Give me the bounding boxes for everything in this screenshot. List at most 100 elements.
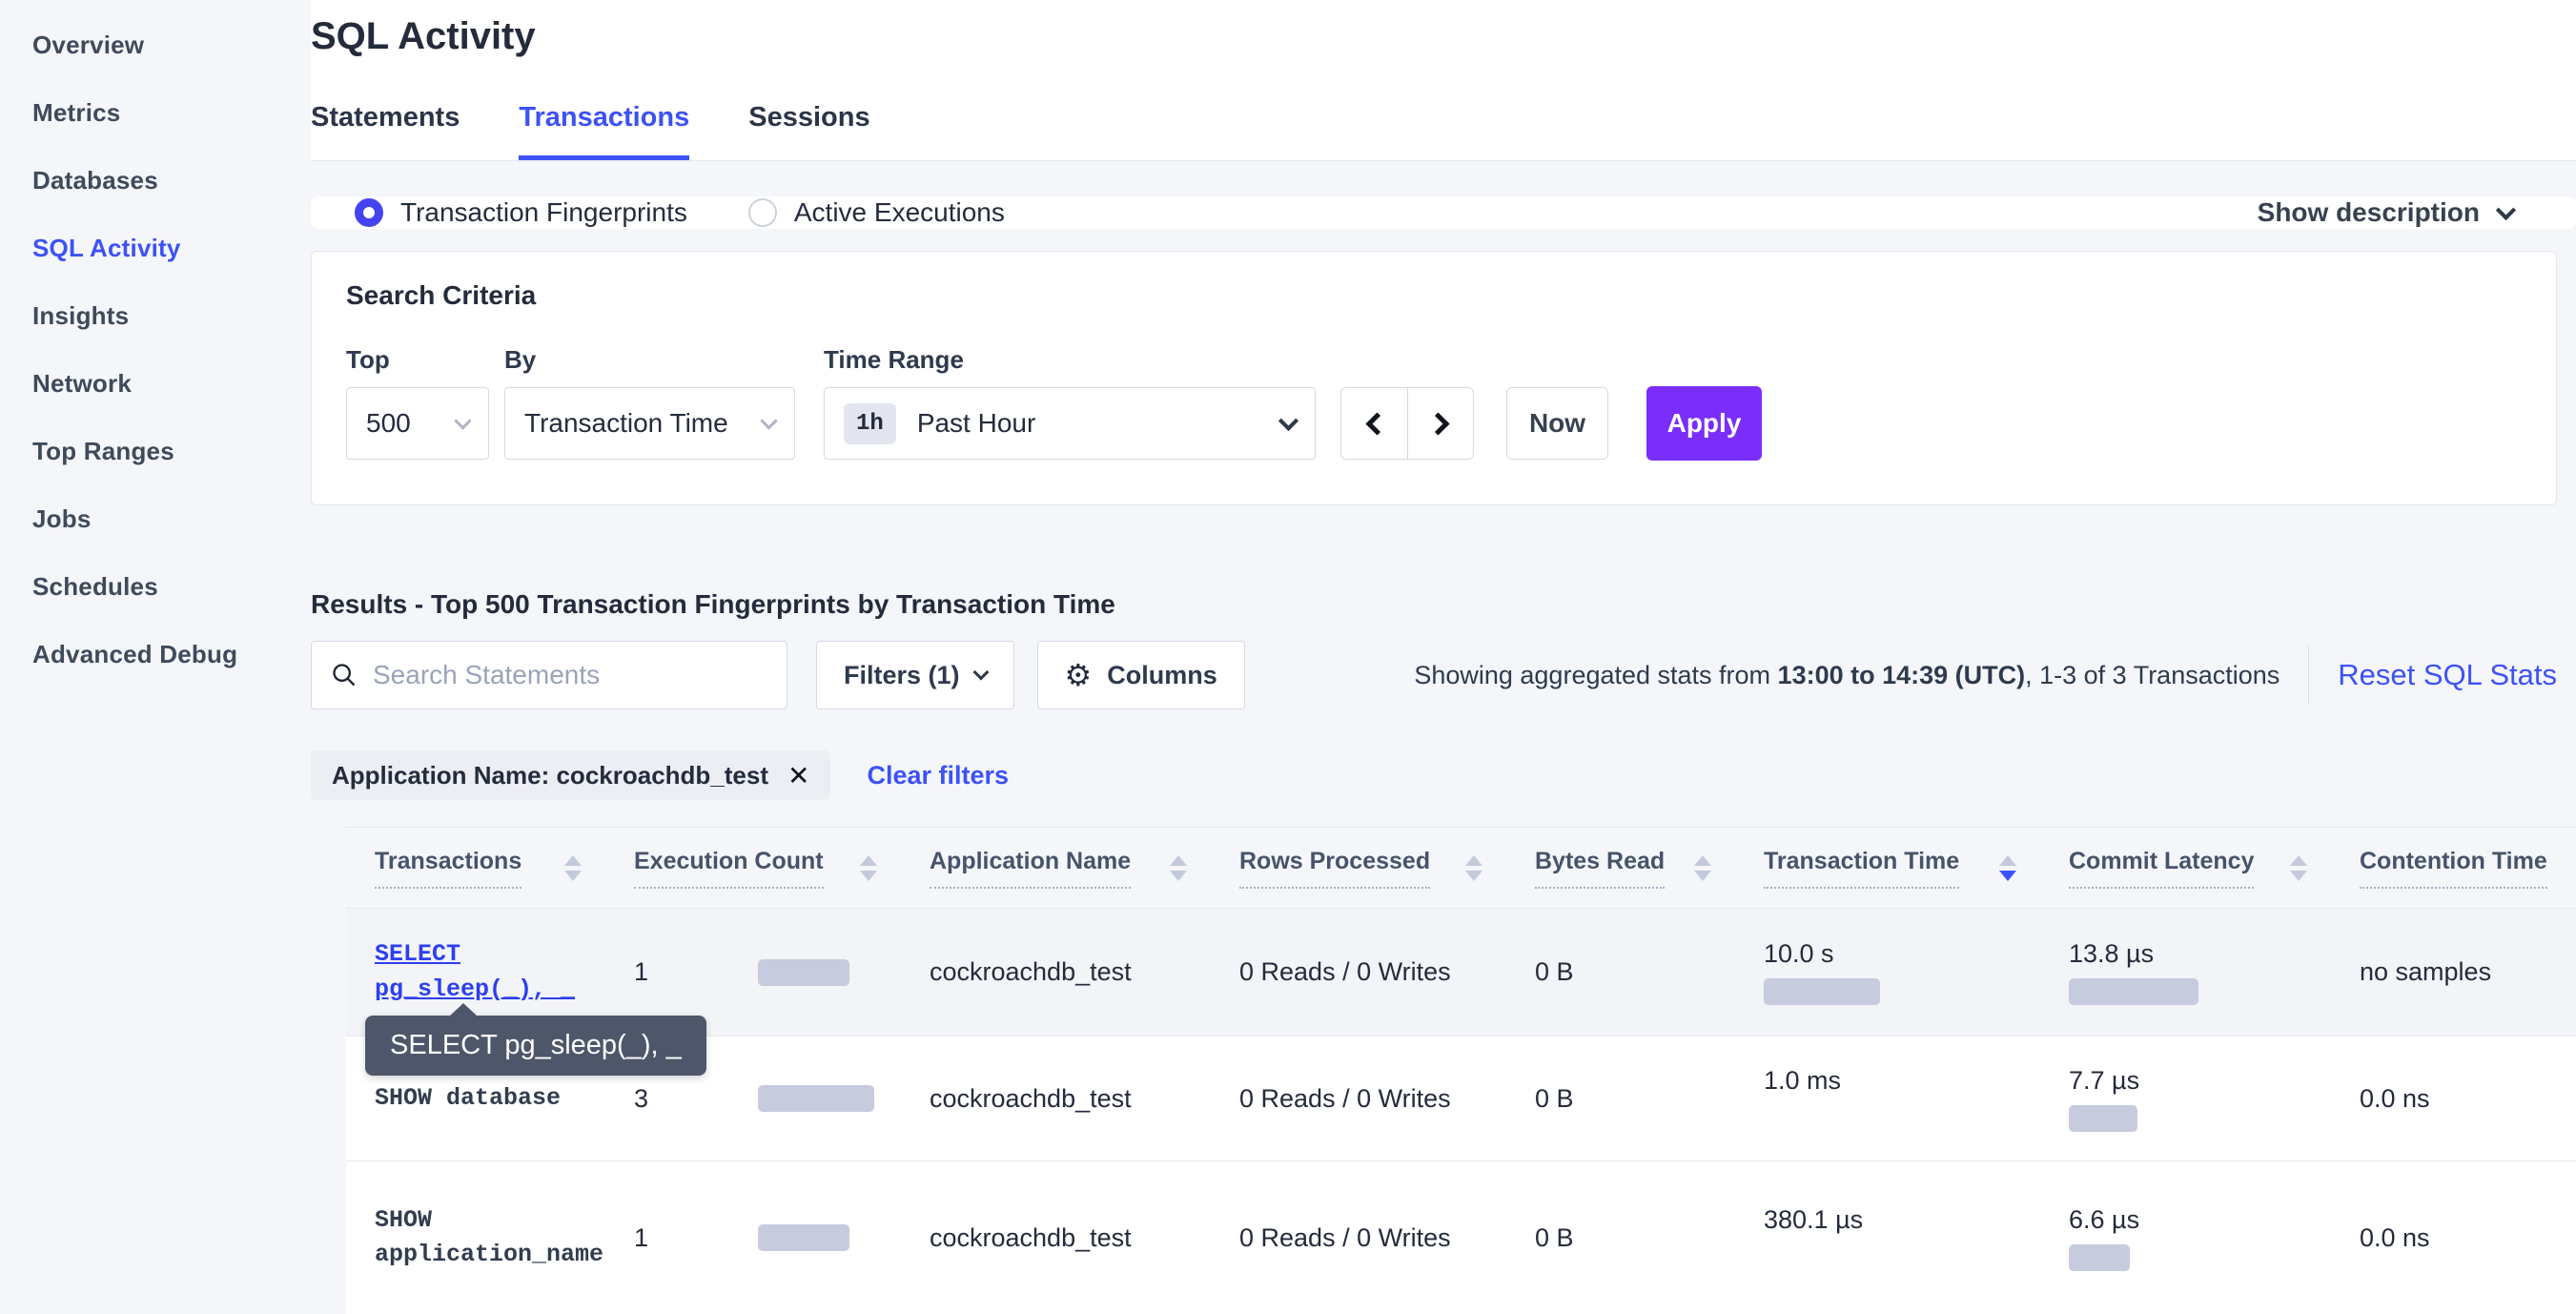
by-label: By — [504, 345, 795, 375]
radio-label: Transaction Fingerprints — [400, 197, 687, 228]
tab-sessions[interactable]: Sessions — [748, 102, 869, 160]
table-row: SHOW application_name 1 cockroachdb_test… — [346, 1161, 2576, 1314]
chevron-down-icon — [760, 412, 777, 429]
results-toolbar: Filters (1) ⚙ Columns Showing aggregated… — [311, 641, 2557, 709]
execution-count-cell: 1 — [634, 957, 930, 987]
commit-latency-bar — [2069, 1105, 2137, 1132]
sort-icons[interactable] — [2290, 855, 2307, 881]
application-name-cell: cockroachdb_test — [930, 1084, 1239, 1114]
columns-button[interactable]: ⚙ Columns — [1037, 641, 1245, 709]
gear-icon: ⚙ — [1065, 660, 1093, 690]
rows-processed-cell: 0 Reads / 0 Writes — [1239, 1223, 1535, 1253]
sidebar-item-advanced-debug[interactable]: Advanced Debug — [0, 621, 311, 688]
filter-chip[interactable]: Application Name: cockroachdb_test ✕ — [311, 750, 830, 800]
show-description-toggle[interactable]: Show description — [2258, 197, 2513, 228]
radio-transaction-fingerprints[interactable]: Transaction Fingerprints — [355, 197, 687, 228]
sort-icons[interactable] — [564, 855, 582, 881]
contention-time-cell: 0.0 ns — [2360, 1084, 2576, 1114]
next-time-button[interactable] — [1407, 388, 1473, 459]
column-header-execution-count: Execution Count — [634, 848, 930, 889]
execution-count-bar — [758, 1224, 849, 1251]
top-select-value: 500 — [366, 408, 411, 439]
transaction-time-cell: 380.1 µs — [1764, 1205, 2069, 1271]
close-icon[interactable]: ✕ — [787, 760, 809, 791]
transaction-fingerprint-link[interactable]: application_name — [375, 1238, 634, 1272]
radio-unselected-icon — [748, 198, 777, 227]
now-button[interactable]: Now — [1506, 387, 1608, 460]
execution-count-cell: 3 — [634, 1084, 930, 1114]
chevron-down-icon — [2496, 199, 2516, 219]
previous-time-button[interactable] — [1341, 388, 1407, 459]
criteria-controls: 500 Transaction Time 1h Past Hour Now — [346, 386, 2522, 461]
filters-label: Filters (1) — [844, 661, 960, 690]
time-range-label: Time Range — [824, 345, 964, 375]
time-range-value: Past Hour — [917, 408, 1036, 439]
chevron-down-icon — [1278, 410, 1298, 430]
sort-icons[interactable] — [1694, 855, 1711, 881]
filters-button[interactable]: Filters (1) — [816, 641, 1014, 709]
search-criteria-title: Search Criteria — [346, 280, 2522, 311]
by-select-value: Transaction Time — [524, 408, 728, 439]
column-header-transactions: Transactions — [375, 848, 634, 889]
tab-statements[interactable]: Statements — [311, 102, 460, 160]
sidebar-item-insights[interactable]: Insights — [0, 282, 311, 350]
column-header-contention-time: Contention Time — [2360, 848, 2576, 889]
top-label: Top — [346, 345, 489, 375]
aggregated-stats-text: Showing aggregated stats from 13:00 to 1… — [1414, 661, 2280, 690]
columns-label: Columns — [1107, 661, 1217, 690]
transaction-fingerprint-link[interactable]: SHOW database — [375, 1081, 634, 1116]
radio-active-executions[interactable]: Active Executions — [748, 197, 1005, 228]
sidebar-item-overview[interactable]: Overview — [0, 11, 311, 79]
sidebar-item-schedules[interactable]: Schedules — [0, 553, 311, 621]
by-select[interactable]: Transaction Time — [504, 387, 795, 460]
filter-chip-label: Application Name: cockroachdb_test — [332, 761, 768, 790]
sort-icons[interactable] — [1170, 855, 1187, 881]
sort-icons[interactable] — [860, 855, 877, 881]
transaction-fingerprint-link[interactable]: SELECT — [375, 937, 634, 972]
statement-tooltip: SELECT pg_sleep(_), _ — [365, 1016, 706, 1076]
transaction-fingerprint-link[interactable]: SHOW — [375, 1203, 634, 1238]
commit-latency-cell: 13.8 µs — [2069, 939, 2360, 1005]
time-range-select[interactable]: 1h Past Hour — [824, 387, 1316, 460]
application-name-cell: cockroachdb_test — [930, 957, 1239, 987]
contention-time-cell: no samples — [2360, 957, 2576, 987]
rows-processed-cell: 0 Reads / 0 Writes — [1239, 957, 1535, 987]
radio-label: Active Executions — [794, 197, 1005, 228]
column-header-transaction-time: Transaction Time — [1764, 848, 2069, 889]
sidebar-item-metrics[interactable]: Metrics — [0, 79, 311, 147]
clear-filters-link[interactable]: Clear filters — [867, 761, 1009, 790]
sidebar-item-network[interactable]: Network — [0, 350, 311, 418]
transaction-fingerprint-link[interactable]: pg_sleep(_), _ — [375, 973, 634, 1007]
stats-range: 13:00 to 14:39 (UTC) — [1778, 661, 2026, 689]
chevron-down-icon — [972, 665, 989, 681]
chevron-down-icon — [454, 412, 471, 429]
sidebar-item-jobs[interactable]: Jobs — [0, 485, 311, 553]
sidebar-item-sql-activity[interactable]: SQL Activity — [0, 215, 311, 282]
tab-transactions[interactable]: Transactions — [519, 102, 689, 160]
time-range-badge: 1h — [844, 403, 896, 444]
commit-latency-cell: 6.6 µs — [2069, 1205, 2360, 1271]
criteria-labels: Top By Time Range — [346, 345, 2522, 375]
bytes-read-cell: 0 B — [1535, 1084, 1764, 1114]
transaction-cell: SELECT pg_sleep(_), _ — [375, 937, 634, 1007]
sidebar-item-databases[interactable]: Databases — [0, 147, 311, 215]
tab-bar: Statements Transactions Sessions — [311, 102, 2576, 160]
radio-selected-icon — [355, 198, 383, 227]
sort-icons-active[interactable] — [1999, 855, 2016, 881]
sidebar-item-top-ranges[interactable]: Top Ranges — [0, 418, 311, 485]
chevron-left-icon — [1365, 412, 1388, 435]
time-pager — [1340, 387, 1474, 460]
bytes-read-cell: 0 B — [1535, 1223, 1764, 1253]
commit-latency-bar — [2069, 978, 2198, 1005]
transaction-time-bar — [1764, 978, 1880, 1005]
application-name-cell: cockroachdb_test — [930, 1223, 1239, 1253]
sort-icons[interactable] — [1465, 855, 1482, 881]
reset-sql-stats-link[interactable]: Reset SQL Stats — [2338, 658, 2557, 692]
search-icon — [331, 662, 358, 688]
column-header-bytes-read: Bytes Read — [1535, 848, 1764, 889]
bytes-read-cell: 0 B — [1535, 957, 1764, 987]
page-title: SQL Activity — [311, 15, 2576, 58]
search-input[interactable] — [373, 660, 767, 690]
top-select[interactable]: 500 — [346, 387, 489, 460]
apply-button[interactable]: Apply — [1646, 386, 1762, 461]
